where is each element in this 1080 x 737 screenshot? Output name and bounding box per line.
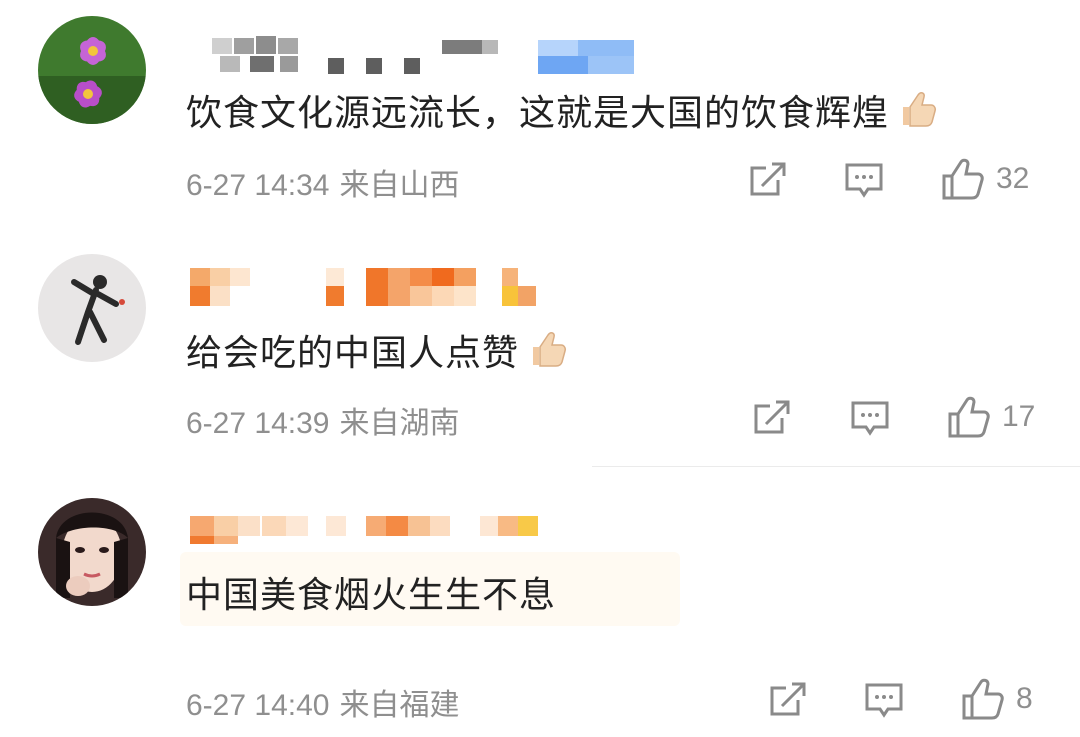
like-count: 17 xyxy=(1002,400,1036,433)
thumbs-up-icon xyxy=(948,396,990,438)
comment-region: 来自湖南 xyxy=(339,407,460,440)
blurred-username[interactable] xyxy=(190,36,650,76)
pink-flower-avatar[interactable] xyxy=(38,16,146,124)
comment-meta: 6-27 14:40 来自福建 xyxy=(186,680,459,724)
thumbs-up-emoji-icon xyxy=(903,92,937,127)
comment-button[interactable] xyxy=(864,680,904,720)
share-icon xyxy=(750,162,786,196)
comment-item: 饮食文化源远流长，这就是大国的饮食辉煌 6-27 14:34 来自山西 32 xyxy=(0,0,1080,230)
like-count: 32 xyxy=(996,162,1030,195)
blurred-username[interactable] xyxy=(190,516,550,556)
share-button[interactable] xyxy=(768,680,808,720)
dancer-avatar[interactable] xyxy=(38,254,146,362)
girl-portrait-avatar[interactable] xyxy=(38,498,146,606)
divider xyxy=(592,466,1080,467)
comment-region: 来自福建 xyxy=(339,689,460,722)
comment-time: 6-27 14:40 xyxy=(186,689,330,722)
share-icon xyxy=(754,400,790,434)
comment-text: 中国美食烟火生生不息 xyxy=(186,575,557,616)
thumbs-up-emoji-icon xyxy=(533,332,567,367)
like-button[interactable]: 32 xyxy=(940,156,1029,202)
comment-item: 给会吃的中国人点赞 6-27 14:39 来自湖南 17 xyxy=(0,240,1080,466)
comment-text: 给会吃的中国人点赞 xyxy=(186,324,567,376)
comment-meta: 6-27 14:39 来自湖南 xyxy=(186,398,459,442)
share-button[interactable] xyxy=(752,398,792,438)
comment-meta: 6-27 14:34 来自山西 xyxy=(186,160,459,204)
comment-region: 来自山西 xyxy=(339,169,460,202)
comment-icon xyxy=(865,683,903,718)
comment-icon xyxy=(851,401,889,436)
comment-button[interactable] xyxy=(844,160,884,200)
like-count: 8 xyxy=(1016,682,1033,715)
comment-icon xyxy=(845,163,883,198)
comment-time: 6-27 14:39 xyxy=(186,407,330,440)
thumbs-up-icon xyxy=(962,678,1004,720)
like-button[interactable]: 17 xyxy=(946,394,1035,440)
blurred-username[interactable] xyxy=(190,268,550,308)
share-icon xyxy=(770,682,806,716)
comment-button[interactable] xyxy=(850,398,890,438)
thumbs-up-icon xyxy=(942,158,984,200)
comment-time: 6-27 14:34 xyxy=(186,169,330,202)
like-button[interactable]: 8 xyxy=(960,676,1033,722)
share-button[interactable] xyxy=(748,160,788,200)
comment-text: 饮食文化源远流长，这就是大国的饮食辉煌 xyxy=(186,84,937,136)
comment-item: 中国美食烟火生生不息 6-27 14:40 来自福建 8 xyxy=(0,480,1080,737)
